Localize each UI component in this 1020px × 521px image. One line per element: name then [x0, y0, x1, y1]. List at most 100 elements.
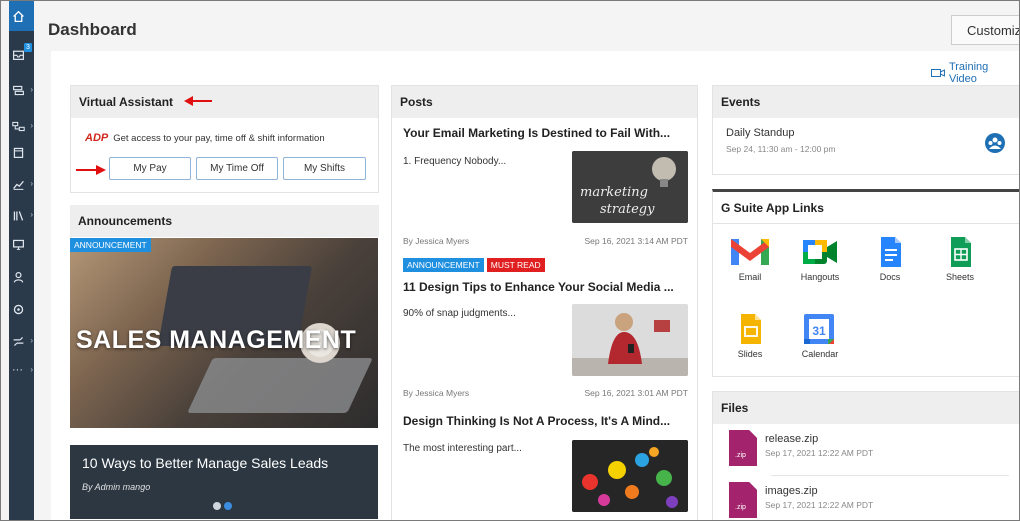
training-video-link[interactable]: Training Video	[931, 61, 1019, 85]
post-excerpt-2: 90% of snap judgments...	[403, 308, 516, 319]
chevron-right-icon: ›	[30, 179, 33, 188]
event-time: Sep 24, 11:30 am - 12:00 pm	[726, 144, 836, 154]
gear-icon	[13, 304, 24, 314]
person-icon	[13, 271, 24, 283]
announcement-tag: ANNOUNCEMENT	[70, 238, 151, 252]
file-item-1[interactable]: .zip release.zip Sep 17, 2021 12:22 AM P…	[729, 430, 873, 466]
file-item-2[interactable]: .zip images.zip Sep 17, 2021 12:22 AM PD…	[729, 482, 873, 518]
slides-icon	[741, 314, 761, 344]
app-window: 3 › › › › › ··· › Dashboard Customi Trai…	[0, 0, 1020, 521]
gsuite-title: G Suite App Links	[713, 192, 1019, 224]
sidebar-item-apps[interactable]: ›	[9, 75, 34, 105]
sidebar-item-connections[interactable]: ›	[9, 326, 34, 356]
woman-phone-image	[572, 304, 688, 376]
announcement-card-title: 10 Ways to Better Manage Sales Leads	[82, 455, 329, 471]
post-image-2[interactable]	[572, 304, 688, 376]
app-calendar[interactable]: 31 Calendar	[790, 312, 850, 359]
sidebar-item-calendar[interactable]	[9, 137, 34, 167]
post-excerpt-1: 1. Frequency Nobody...	[403, 156, 507, 167]
sidebar-item-media[interactable]	[9, 229, 34, 259]
files-title: Files	[713, 392, 1019, 424]
virtual-assistant-title: Virtual Assistant	[71, 86, 378, 118]
image-text-1-line-2: strategy	[600, 202, 655, 217]
post-author-2: By Jessica Myers	[403, 388, 470, 398]
posts-title: Posts	[392, 86, 697, 118]
sidebar-item-home[interactable]	[9, 1, 34, 31]
my-shifts-button[interactable]: My Shifts	[283, 157, 366, 180]
customize-button[interactable]: Customize	[951, 15, 1019, 45]
image-text-1-line-1: marketing	[580, 185, 648, 200]
my-time-off-button[interactable]: My Time Off	[196, 157, 278, 180]
paper-balls-image	[572, 440, 688, 512]
post-image-3[interactable]	[572, 440, 688, 512]
app-docs[interactable]: Docs	[860, 235, 920, 282]
post-excerpt-3: The most interesting part...	[403, 443, 522, 454]
chevron-right-icon: ›	[30, 210, 33, 219]
sidebar: 3 › › › › › ··· ›	[9, 1, 34, 520]
file-name-1: release.zip	[765, 433, 819, 445]
app-label-calendar: Calendar	[801, 349, 839, 359]
chart-icon	[13, 180, 24, 190]
training-video-label: Training Video	[948, 61, 989, 85]
page-title: Dashboard	[48, 20, 137, 39]
post-author-1: By Jessica Myers	[403, 236, 470, 246]
library-icon	[13, 210, 24, 221]
must-read-tag: MUST READ	[486, 258, 545, 272]
announcement-card[interactable]: 10 Ways to Better Manage Sales Leads By …	[70, 445, 378, 519]
va-description-row: ADP Get access to your pay, time off & s…	[85, 132, 325, 144]
zip-file-icon: .zip	[729, 482, 757, 518]
announcement-image[interactable]: ANNOUNCEMENT SALES MANAGEMENT	[70, 238, 378, 428]
sidebar-item-people[interactable]	[9, 262, 34, 292]
app-label-sheets: Sheets	[945, 272, 975, 282]
file-date-2: Sep 17, 2021 12:22 AM PDT	[765, 500, 874, 510]
sidebar-item-library[interactable]: ›	[9, 200, 34, 230]
carousel-dot-2[interactable]	[224, 502, 232, 510]
announcements-title: Announcements	[70, 205, 379, 237]
post-title-1[interactable]: Your Email Marketing Is Destined to Fail…	[403, 126, 688, 140]
chevron-right-icon: ›	[30, 365, 33, 374]
events-panel: Events Daily Standup Sep 24, 11:30 am - …	[712, 85, 1019, 175]
red-arrow-right-icon	[76, 165, 106, 175]
post-date-2: Sep 16, 2021 3:01 AM PDT	[584, 388, 688, 398]
events-title: Events	[713, 86, 1019, 118]
post-meta-2: By Jessica Myers Sep 16, 2021 3:01 AM PD…	[403, 388, 688, 398]
meet-icon	[803, 240, 837, 264]
post-tags-2: ANNOUNCEMENT MUST READ	[403, 258, 545, 272]
adp-logo: ADP	[85, 132, 109, 144]
announcement-tag: ANNOUNCEMENT	[403, 258, 484, 272]
post-meta-1: By Jessica Myers Sep 16, 2021 3:14 AM PD…	[403, 236, 688, 246]
chevron-right-icon: ›	[30, 336, 33, 345]
sidebar-item-more[interactable]: ··· ›	[9, 355, 34, 385]
sidebar-item-inbox[interactable]: 3	[9, 39, 34, 69]
google-calendar-icon: 31	[804, 314, 834, 344]
app-hangouts[interactable]: Hangouts	[790, 235, 850, 282]
sidebar-item-analytics[interactable]: ›	[9, 169, 34, 199]
more-icon: ···	[12, 364, 23, 376]
chevron-right-icon: ›	[30, 85, 33, 94]
app-label-docs: Docs	[879, 272, 901, 282]
event-name[interactable]: Daily Standup	[726, 127, 795, 139]
post-title-2[interactable]: 11 Design Tips to Enhance Your Social Me…	[403, 280, 688, 294]
zip-file-icon: .zip	[729, 430, 757, 466]
screen-icon	[13, 239, 24, 250]
calendar-icon	[13, 147, 24, 158]
file-divider	[771, 475, 1009, 476]
app-sheets[interactable]: Sheets	[930, 235, 990, 282]
team-icon[interactable]	[985, 133, 1005, 153]
sidebar-item-settings[interactable]	[9, 294, 34, 324]
notification-badge: 3	[24, 43, 32, 52]
app-email[interactable]: Email	[720, 235, 780, 282]
va-description: Get access to your pay, time off & shift…	[113, 132, 325, 144]
post-date-1: Sep 16, 2021 3:14 AM PDT	[584, 236, 688, 246]
app-label-email: Email	[738, 272, 762, 282]
file-name-2: images.zip	[765, 485, 818, 497]
announcement-byline: By Admin mango	[82, 482, 151, 492]
my-pay-button[interactable]: My Pay	[109, 157, 191, 180]
marketing-strategy-image: marketing strategy	[572, 151, 688, 223]
post-title-3[interactable]: Design Thinking Is Not A Process, It's A…	[403, 414, 688, 428]
app-slides[interactable]: Slides	[720, 312, 780, 359]
stack-icon	[13, 85, 24, 95]
workflow-icon	[12, 121, 25, 131]
post-image-1[interactable]: marketing strategy	[572, 151, 688, 223]
carousel-dot-1[interactable]	[213, 502, 221, 510]
